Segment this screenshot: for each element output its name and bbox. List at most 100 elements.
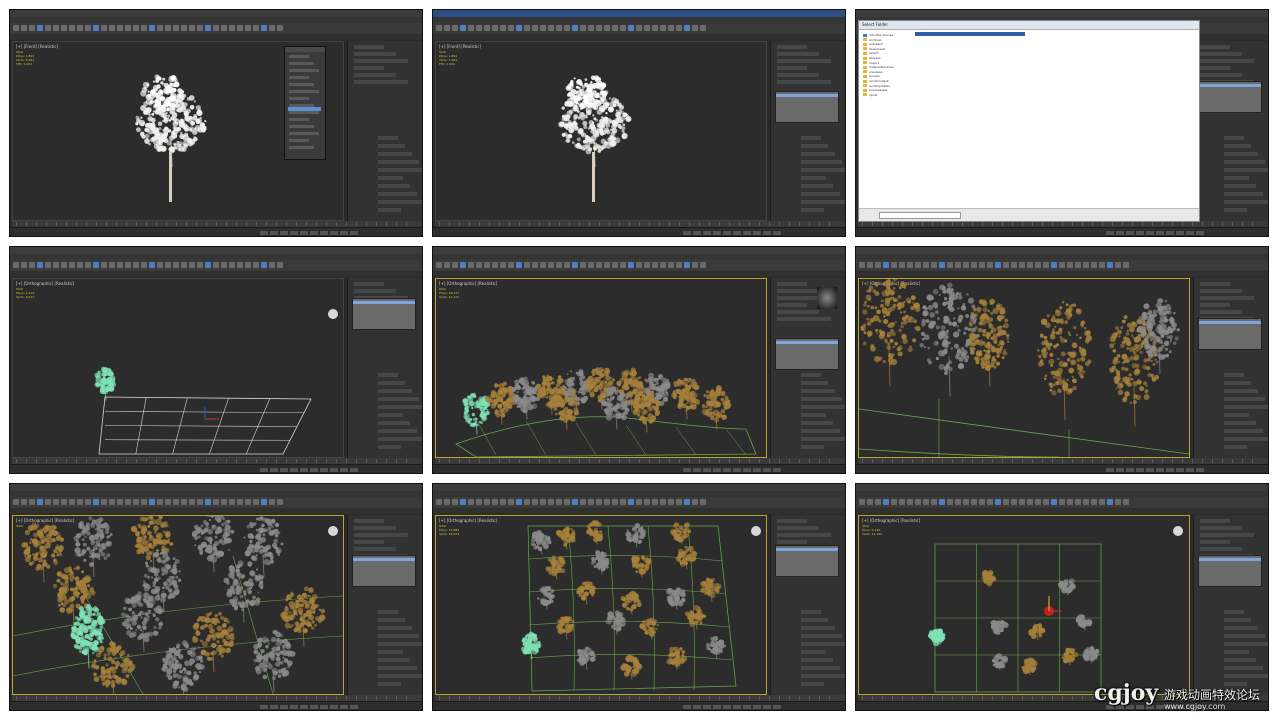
toolbar-button[interactable] xyxy=(13,262,19,268)
toolbar-button[interactable] xyxy=(476,499,482,505)
parameter-field[interactable] xyxy=(1224,200,1268,204)
toolbar-button[interactable] xyxy=(963,499,969,505)
toolbar-button[interactable] xyxy=(1091,262,1097,268)
playback-control[interactable] xyxy=(1176,231,1184,235)
toolbar-button[interactable] xyxy=(612,499,618,505)
toolbar-button[interactable] xyxy=(484,25,490,31)
toolbar-button[interactable] xyxy=(1019,499,1025,505)
toolbar-button[interactable] xyxy=(165,25,171,31)
toolbar-button[interactable] xyxy=(995,499,1001,505)
parameter-field[interactable] xyxy=(378,176,403,180)
toolbar-button[interactable] xyxy=(101,25,107,31)
toolbar-button[interactable] xyxy=(580,262,586,268)
toolbar-button[interactable] xyxy=(37,499,43,505)
toolbar-button[interactable] xyxy=(692,499,698,505)
viewport[interactable]: [+] [Front] [Realistic] Total Polys: 1,892… xyxy=(435,41,767,221)
command-panel-button[interactable] xyxy=(354,282,384,286)
command-panel-button[interactable] xyxy=(777,540,807,544)
toolbar-button[interactable] xyxy=(45,499,51,505)
parameter-field[interactable] xyxy=(801,184,833,188)
command-panel-button[interactable] xyxy=(777,310,819,314)
command-panel-button[interactable] xyxy=(777,59,831,63)
command-panel-button[interactable] xyxy=(1200,73,1242,77)
command-panel-button[interactable] xyxy=(354,519,384,523)
toolbar-button[interactable] xyxy=(221,262,227,268)
toolbar-button[interactable] xyxy=(556,499,562,505)
toolbar-button[interactable] xyxy=(85,262,91,268)
playback-control[interactable] xyxy=(773,231,781,235)
parameter-field[interactable] xyxy=(1224,381,1251,385)
playback-control[interactable] xyxy=(1126,231,1134,235)
parameter-field[interactable] xyxy=(801,610,821,614)
parameter-field[interactable] xyxy=(801,176,826,180)
toolbar-button[interactable] xyxy=(277,499,283,505)
object-list-selected[interactable] xyxy=(1199,84,1261,87)
parameter-field[interactable] xyxy=(801,160,842,164)
parameter-field[interactable] xyxy=(801,373,821,377)
toolbar-button[interactable] xyxy=(524,499,530,505)
toolbar-button[interactable] xyxy=(436,25,442,31)
toolbar-button[interactable] xyxy=(1107,262,1113,268)
command-panel-button[interactable] xyxy=(777,289,819,293)
file-row[interactable]: sceneassets xyxy=(863,88,887,92)
toolbar-button[interactable] xyxy=(907,499,913,505)
toolbar-button[interactable] xyxy=(628,262,634,268)
command-panel-button[interactable] xyxy=(1200,519,1230,523)
toolbar-button[interactable] xyxy=(53,262,59,268)
dialog-field[interactable] xyxy=(289,55,309,58)
playback-control[interactable] xyxy=(270,468,278,472)
playback-control[interactable] xyxy=(330,705,338,709)
toolbar-button[interactable] xyxy=(580,25,586,31)
toolbar-button[interactable] xyxy=(508,499,514,505)
command-panel-button[interactable] xyxy=(1200,59,1254,63)
parameter-field[interactable] xyxy=(801,634,842,638)
parameter-field[interactable] xyxy=(378,405,422,409)
toolbar-button[interactable] xyxy=(149,262,155,268)
toolbar-button[interactable] xyxy=(644,25,650,31)
toolbar-button[interactable] xyxy=(277,262,283,268)
parameter-field[interactable] xyxy=(801,682,824,686)
toolbar-button[interactable] xyxy=(899,262,905,268)
toolbar-button[interactable] xyxy=(1011,262,1017,268)
viewport[interactable]: [+] [Orthographic] [Realistic] Total Polys… xyxy=(435,278,767,458)
toolbar-button[interactable] xyxy=(436,262,442,268)
toolbar-button[interactable] xyxy=(245,262,251,268)
parameter-field[interactable] xyxy=(801,650,826,654)
viewport[interactable]: [+] [Orthographic] [Realistic] Total xyxy=(12,515,344,695)
playback-control[interactable] xyxy=(753,231,761,235)
parameter-field[interactable] xyxy=(378,682,401,686)
parameter-field[interactable] xyxy=(378,658,410,662)
parameter-field[interactable] xyxy=(1224,397,1265,401)
toolbar-button[interactable] xyxy=(181,499,187,505)
file-row[interactable]: import xyxy=(863,61,879,65)
toolbar-button[interactable] xyxy=(915,499,921,505)
toolbar-button[interactable] xyxy=(548,499,554,505)
parameter-field[interactable] xyxy=(801,437,845,441)
toolbar-button[interactable] xyxy=(1027,499,1033,505)
parameter-field[interactable] xyxy=(1224,666,1263,670)
toolbar-button[interactable] xyxy=(676,499,682,505)
parameter-field[interactable] xyxy=(378,373,398,377)
parameter-field[interactable] xyxy=(1224,618,1251,622)
parameter-field[interactable] xyxy=(801,381,828,385)
toolbar-button[interactable] xyxy=(197,499,203,505)
toolbar-button[interactable] xyxy=(101,499,107,505)
toolbar-button[interactable] xyxy=(1075,499,1081,505)
toolbar-button[interactable] xyxy=(117,262,123,268)
playback-control[interactable] xyxy=(1106,468,1114,472)
file-row[interactable]: 3ds Max Scenes xyxy=(863,33,893,37)
dialog-selected-row[interactable] xyxy=(288,107,321,111)
parameter-field[interactable] xyxy=(1224,642,1268,646)
parameter-field[interactable] xyxy=(1224,650,1249,654)
path-field[interactable] xyxy=(879,212,961,219)
toolbar-button[interactable] xyxy=(684,499,690,505)
dialog-field[interactable] xyxy=(289,132,319,135)
toolbar-button[interactable] xyxy=(125,499,131,505)
playback-control[interactable] xyxy=(1156,468,1164,472)
toolbar-button[interactable] xyxy=(875,262,881,268)
toolbar-button[interactable] xyxy=(173,25,179,31)
playback-control[interactable] xyxy=(703,468,711,472)
playback-control[interactable] xyxy=(1116,231,1124,235)
toolbar-button[interactable] xyxy=(1035,499,1041,505)
toolbar-button[interactable] xyxy=(516,499,522,505)
